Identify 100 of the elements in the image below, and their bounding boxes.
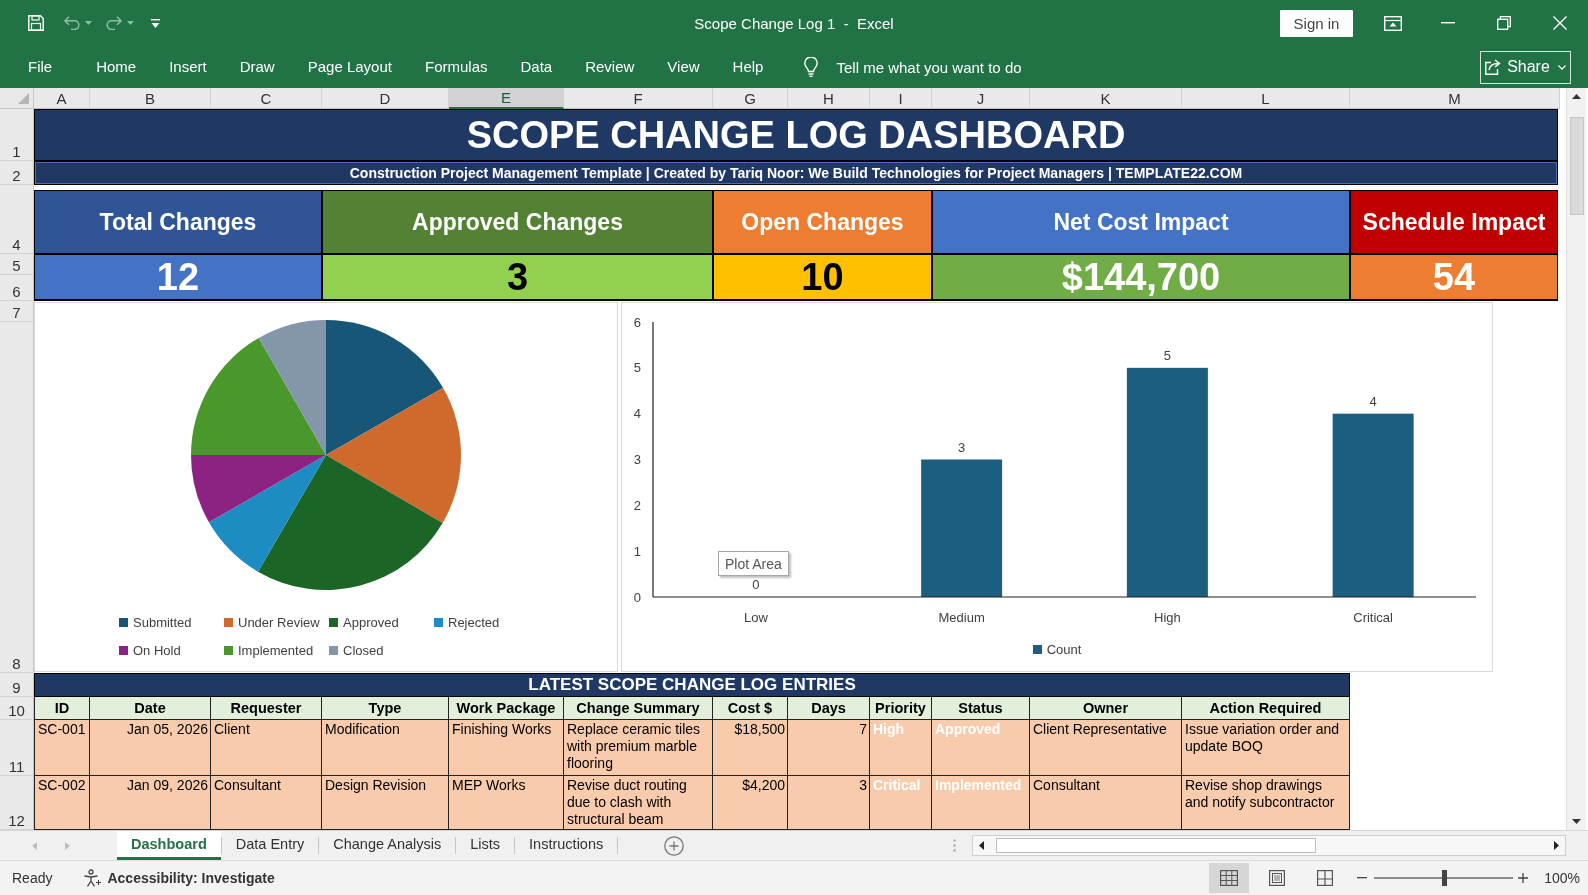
table-header-cell: Work Package bbox=[449, 697, 564, 720]
table-cell: 3 bbox=[788, 776, 870, 830]
zoom-level[interactable]: 100% bbox=[1544, 870, 1580, 886]
view-button[interactable] bbox=[1209, 863, 1250, 893]
column-header[interactable]: M bbox=[1350, 88, 1560, 109]
column-header[interactable]: D bbox=[322, 88, 449, 109]
legend-label: Under Review bbox=[238, 614, 320, 630]
sheet-tab[interactable]: Data Entry bbox=[221, 831, 319, 860]
data-label: 3 bbox=[958, 439, 966, 455]
zoom-in-icon[interactable] bbox=[1518, 873, 1529, 883]
kpi-label: Net Cost Impact bbox=[932, 190, 1350, 254]
caret-icon bbox=[1557, 64, 1566, 70]
undo-icon[interactable] bbox=[64, 16, 80, 30]
table-cell: MEP Works bbox=[449, 776, 564, 830]
sheet-tab[interactable]: Change Analysis bbox=[319, 831, 456, 860]
y-axis-label: 0 bbox=[633, 589, 641, 605]
table-cell: Client bbox=[211, 720, 322, 776]
scrollbar-thumb[interactable] bbox=[1569, 117, 1584, 215]
horizontal-scrollbar[interactable] bbox=[972, 835, 1566, 856]
vertical-dots-icon[interactable] bbox=[953, 839, 956, 852]
column-header[interactable]: G bbox=[713, 88, 788, 109]
y-axis-label: 4 bbox=[633, 406, 641, 422]
table-header-cell: Days bbox=[788, 697, 870, 720]
minimize-icon[interactable] bbox=[1441, 22, 1455, 24]
status-mode: Ready bbox=[12, 870, 53, 886]
ribbon-tab[interactable]: Data bbox=[520, 55, 553, 79]
ribbon-tab[interactable]: Insert bbox=[169, 55, 207, 79]
scroll-left-icon[interactable] bbox=[979, 841, 984, 850]
dashboard-subtitle: Construction Project Management Template | Created by Tariq Noor: We Build Technologies for Project Managers | TEMPLATE22.COM bbox=[34, 161, 1558, 185]
ribbon-tab[interactable]: View bbox=[667, 55, 700, 79]
sign-in-button[interactable]: Sign in bbox=[1280, 9, 1353, 37]
table-cell: High bbox=[870, 720, 932, 776]
column-header[interactable]: L bbox=[1182, 88, 1350, 109]
table-cell: Modification bbox=[322, 720, 449, 776]
table-cell: SC-001 bbox=[34, 720, 90, 776]
ribbon-tab[interactable]: Draw bbox=[239, 55, 275, 79]
vertical-scrollbar[interactable] bbox=[1566, 88, 1586, 830]
tooltip: Plot Area bbox=[718, 551, 789, 576]
ribbon-display-icon[interactable] bbox=[1384, 15, 1402, 31]
table-cell: Implemented bbox=[932, 776, 1030, 830]
column-header[interactable]: A bbox=[34, 88, 90, 109]
grid-icon bbox=[1220, 870, 1239, 886]
ribbon-tab[interactable]: Page Layout bbox=[307, 55, 392, 79]
x-axis-label: Critical bbox=[1353, 610, 1393, 625]
kpi-value: 54 bbox=[1350, 254, 1558, 301]
scroll-up-icon[interactable] bbox=[1572, 94, 1581, 99]
sheet-tab[interactable]: Instructions bbox=[515, 831, 618, 860]
page-icon bbox=[1269, 870, 1286, 886]
table-cell: Revise shop drawings and notify subcontractor bbox=[1182, 776, 1350, 830]
column-header[interactable]: I bbox=[870, 88, 932, 109]
ribbon-tab[interactable]: Formulas bbox=[424, 55, 488, 79]
table-header-cell: Priority bbox=[870, 697, 932, 720]
legend-label: Rejected bbox=[448, 614, 500, 630]
close-icon[interactable] bbox=[1553, 16, 1567, 30]
add-sheet-icon[interactable] bbox=[664, 835, 685, 856]
tell-me-search[interactable]: Tell me what you want to do bbox=[836, 58, 1022, 76]
accessibility-button[interactable]: Accessibility: Investigate bbox=[82, 869, 275, 887]
lightbulb-icon[interactable] bbox=[804, 57, 819, 77]
table-cell: Design Revision bbox=[322, 776, 449, 830]
column-header[interactable]: H bbox=[788, 88, 870, 109]
kpi-value: 3 bbox=[322, 254, 713, 301]
column-header[interactable]: E bbox=[449, 88, 564, 109]
sheet-tab[interactable]: Lists bbox=[456, 831, 515, 860]
ribbon-tab[interactable]: Review bbox=[585, 55, 635, 79]
save-icon[interactable] bbox=[28, 15, 44, 31]
ribbon-tab[interactable]: File bbox=[28, 55, 53, 79]
column-header[interactable]: J bbox=[932, 88, 1030, 109]
sheet-tab[interactable]: Dashboard bbox=[117, 831, 221, 860]
caret-icon[interactable] bbox=[127, 21, 134, 25]
ribbon-tab[interactable]: Home bbox=[96, 55, 137, 79]
x-axis-label: High bbox=[1154, 610, 1181, 625]
table-cell: Jan 09, 2026 bbox=[90, 776, 211, 830]
table-header-cell: Owner bbox=[1030, 697, 1182, 720]
table-header-cell: Requester bbox=[211, 697, 322, 720]
scrollbar-thumb[interactable] bbox=[996, 838, 1316, 853]
scroll-right-icon[interactable] bbox=[1554, 841, 1559, 850]
column-header[interactable]: C bbox=[211, 88, 322, 109]
customize-toolbar-icon[interactable] bbox=[151, 18, 160, 28]
kpi-label: Open Changes bbox=[713, 190, 932, 254]
table-cell: SC-002 bbox=[34, 776, 90, 830]
table-cell: Finishing Works bbox=[449, 720, 564, 776]
ribbon-tab[interactable]: Help bbox=[732, 55, 764, 79]
share-icon bbox=[1485, 59, 1502, 75]
x-axis-label: Low bbox=[743, 610, 768, 625]
share-button[interactable]: Share bbox=[1480, 50, 1571, 84]
kpi-label: Total Changes bbox=[34, 190, 322, 254]
column-header[interactable]: B bbox=[90, 88, 211, 109]
column-header[interactable]: F bbox=[564, 88, 713, 109]
table-header-cell: Type bbox=[322, 697, 449, 720]
slider-thumb[interactable] bbox=[1441, 870, 1447, 886]
table-cell: Jan 05, 2026 bbox=[90, 720, 211, 776]
data-label: 4 bbox=[1369, 393, 1377, 409]
table-cell: Revise duct routing due to clash with structural beam bbox=[564, 776, 713, 830]
data-label: 5 bbox=[1163, 347, 1171, 363]
caret-icon[interactable] bbox=[85, 21, 92, 25]
scroll-down-icon[interactable] bbox=[1572, 819, 1581, 824]
table-header-cell: ID bbox=[34, 697, 90, 720]
redo-icon[interactable] bbox=[106, 16, 122, 30]
restore-icon[interactable] bbox=[1497, 16, 1511, 30]
column-header[interactable]: K bbox=[1030, 88, 1182, 109]
